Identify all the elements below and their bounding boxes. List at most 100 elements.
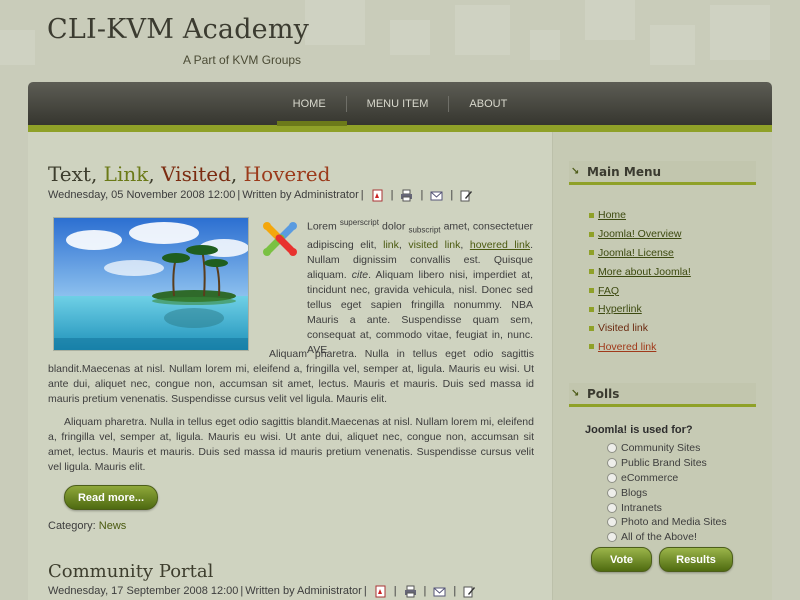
radio-button[interactable] — [607, 458, 617, 469]
article-meta: Wednesday, 05 November 2008 12:00 | Writ… — [48, 189, 478, 202]
inline-visited-link[interactable]: visited link — [408, 239, 460, 251]
poll-option[interactable]: Blogs — [607, 485, 727, 500]
title-link[interactable]: Link — [104, 162, 149, 186]
poll-option[interactable]: Public Brand Sites — [607, 456, 727, 471]
para-text: . Aliquam libero nisi, imperdiet at, tin… — [307, 268, 533, 356]
bg-square — [585, 0, 635, 40]
nav-accent-stripe — [28, 121, 772, 132]
title-separator: , — [148, 162, 162, 186]
arrow-icon: ↘ — [571, 388, 580, 399]
main-menu-list: Home Joomla! Overview Joomla! License Mo… — [589, 206, 691, 356]
poll-option[interactable]: All of the Above! — [607, 530, 727, 545]
article-date: Wednesday, 05 November 2008 12:00 — [48, 189, 236, 201]
meta-separator: | — [423, 585, 427, 597]
radio-button[interactable] — [607, 443, 617, 454]
print-icon[interactable] — [404, 585, 417, 598]
radio-button[interactable] — [607, 517, 617, 528]
meta-separator: | — [237, 189, 241, 201]
poll-option[interactable]: Photo and Media Sites — [607, 515, 727, 530]
site-subtitle: A Part of KVM Groups — [183, 53, 302, 67]
pdf-icon[interactable] — [371, 189, 384, 202]
nav-item-menu-item[interactable]: MENU ITEM — [347, 95, 450, 112]
radio-button[interactable] — [607, 472, 617, 483]
bullet-icon — [589, 269, 594, 275]
radio-button[interactable] — [607, 487, 617, 498]
article-image — [53, 217, 249, 351]
nav-item-about[interactable]: ABOUT — [449, 96, 527, 112]
inline-link[interactable]: link — [383, 239, 399, 251]
bg-square — [650, 25, 695, 65]
edit-icon[interactable] — [460, 189, 473, 202]
article-meta-2: Wednesday, 17 September 2008 12:00 | Wri… — [48, 585, 481, 598]
poll-option-label: Blogs — [621, 486, 648, 499]
menu-link[interactable]: More about Joomla! — [598, 266, 691, 278]
read-more-button[interactable]: Read more... — [64, 485, 158, 510]
poll-option-label: Public Brand Sites — [621, 457, 707, 470]
poll-option-label: Photo and Media Sites — [621, 516, 727, 529]
site-title[interactable]: CLI-KVM Academy — [47, 14, 309, 45]
poll-option[interactable]: Intranets — [607, 500, 727, 515]
menu-item-faq[interactable]: FAQ — [589, 281, 691, 300]
menu-item-joomla-overview[interactable]: Joomla! Overview — [589, 225, 691, 244]
meta-separator: | — [393, 585, 397, 597]
edit-icon[interactable] — [463, 585, 476, 598]
menu-link[interactable]: Joomla! Overview — [598, 228, 681, 240]
bullet-icon — [589, 344, 594, 350]
para-text: Lorem — [307, 220, 337, 233]
radio-button[interactable] — [607, 532, 617, 543]
article-paragraph-2: Aliquam pharetra. Nulla in tellus eget o… — [48, 348, 534, 405]
joomla-logo-icon — [259, 218, 301, 260]
poll-options: Community Sites Public Brand Sites eComm… — [607, 441, 727, 545]
article-category: Category: News — [48, 520, 126, 532]
title-separator: , — [230, 162, 244, 186]
meta-separator: | — [363, 585, 367, 597]
module-title: Polls — [587, 386, 620, 401]
bullet-icon — [589, 288, 594, 294]
menu-link[interactable]: FAQ — [598, 285, 619, 297]
category-link[interactable]: News — [99, 520, 127, 532]
category-label: Category: — [48, 520, 96, 532]
article-author: Written by Administrator — [242, 189, 359, 201]
menu-link[interactable]: Home — [598, 209, 626, 221]
cite-text: cite — [351, 268, 369, 281]
menu-link[interactable]: Hyperlink — [598, 303, 642, 315]
nav-active-indicator — [277, 121, 347, 126]
menu-link[interactable]: Visited link — [598, 322, 648, 334]
radio-button[interactable] — [607, 502, 617, 513]
pdf-icon[interactable] — [374, 585, 387, 598]
menu-link[interactable]: Joomla! License — [598, 247, 674, 259]
menu-item-more-about-joomla[interactable]: More about Joomla! — [589, 262, 691, 281]
meta-separator: | — [240, 585, 244, 597]
poll-option-label: Intranets — [621, 501, 662, 514]
nav-item-home[interactable]: HOME — [273, 95, 347, 112]
title-visited-link[interactable]: Visited — [161, 162, 231, 186]
print-icon[interactable] — [400, 189, 413, 202]
article-title-2[interactable]: Community Portal — [48, 561, 213, 582]
top-navigation: HOME MENU ITEM ABOUT — [28, 82, 772, 125]
email-icon[interactable] — [433, 585, 446, 597]
poll-option[interactable]: eCommerce — [607, 471, 727, 486]
article-paragraph-1: Lorem superscript dolor subscript amet, … — [307, 218, 534, 356]
email-icon[interactable] — [430, 189, 443, 201]
vote-button[interactable]: Vote — [591, 547, 652, 572]
poll-option-label: eCommerce — [621, 471, 679, 484]
bullet-icon — [589, 250, 594, 256]
poll-option[interactable]: Community Sites — [607, 441, 727, 456]
menu-link[interactable]: Hovered link — [598, 341, 656, 353]
results-button[interactable]: Results — [659, 547, 733, 572]
poll-option-label: Community Sites — [621, 442, 701, 455]
bg-square — [390, 20, 430, 55]
menu-item-joomla-license[interactable]: Joomla! License — [589, 244, 691, 263]
article-title: Text, Link, Visited, Hovered — [48, 162, 330, 186]
meta-separator: | — [390, 189, 394, 201]
menu-item-visited-link[interactable]: Visited link — [589, 319, 691, 338]
poll-option-label: All of the Above! — [621, 531, 697, 544]
title-hovered-link[interactable]: Hovered — [244, 162, 331, 186]
article-date: Wednesday, 17 September 2008 12:00 — [48, 585, 239, 597]
menu-item-home[interactable]: Home — [589, 206, 691, 225]
menu-item-hovered-link[interactable]: Hovered link — [589, 338, 691, 357]
module-title: Main Menu — [587, 164, 662, 179]
superscript-text: superscript — [339, 218, 379, 227]
inline-hovered-link[interactable]: hovered link — [470, 239, 530, 251]
menu-item-hyperlink[interactable]: Hyperlink — [589, 300, 691, 319]
